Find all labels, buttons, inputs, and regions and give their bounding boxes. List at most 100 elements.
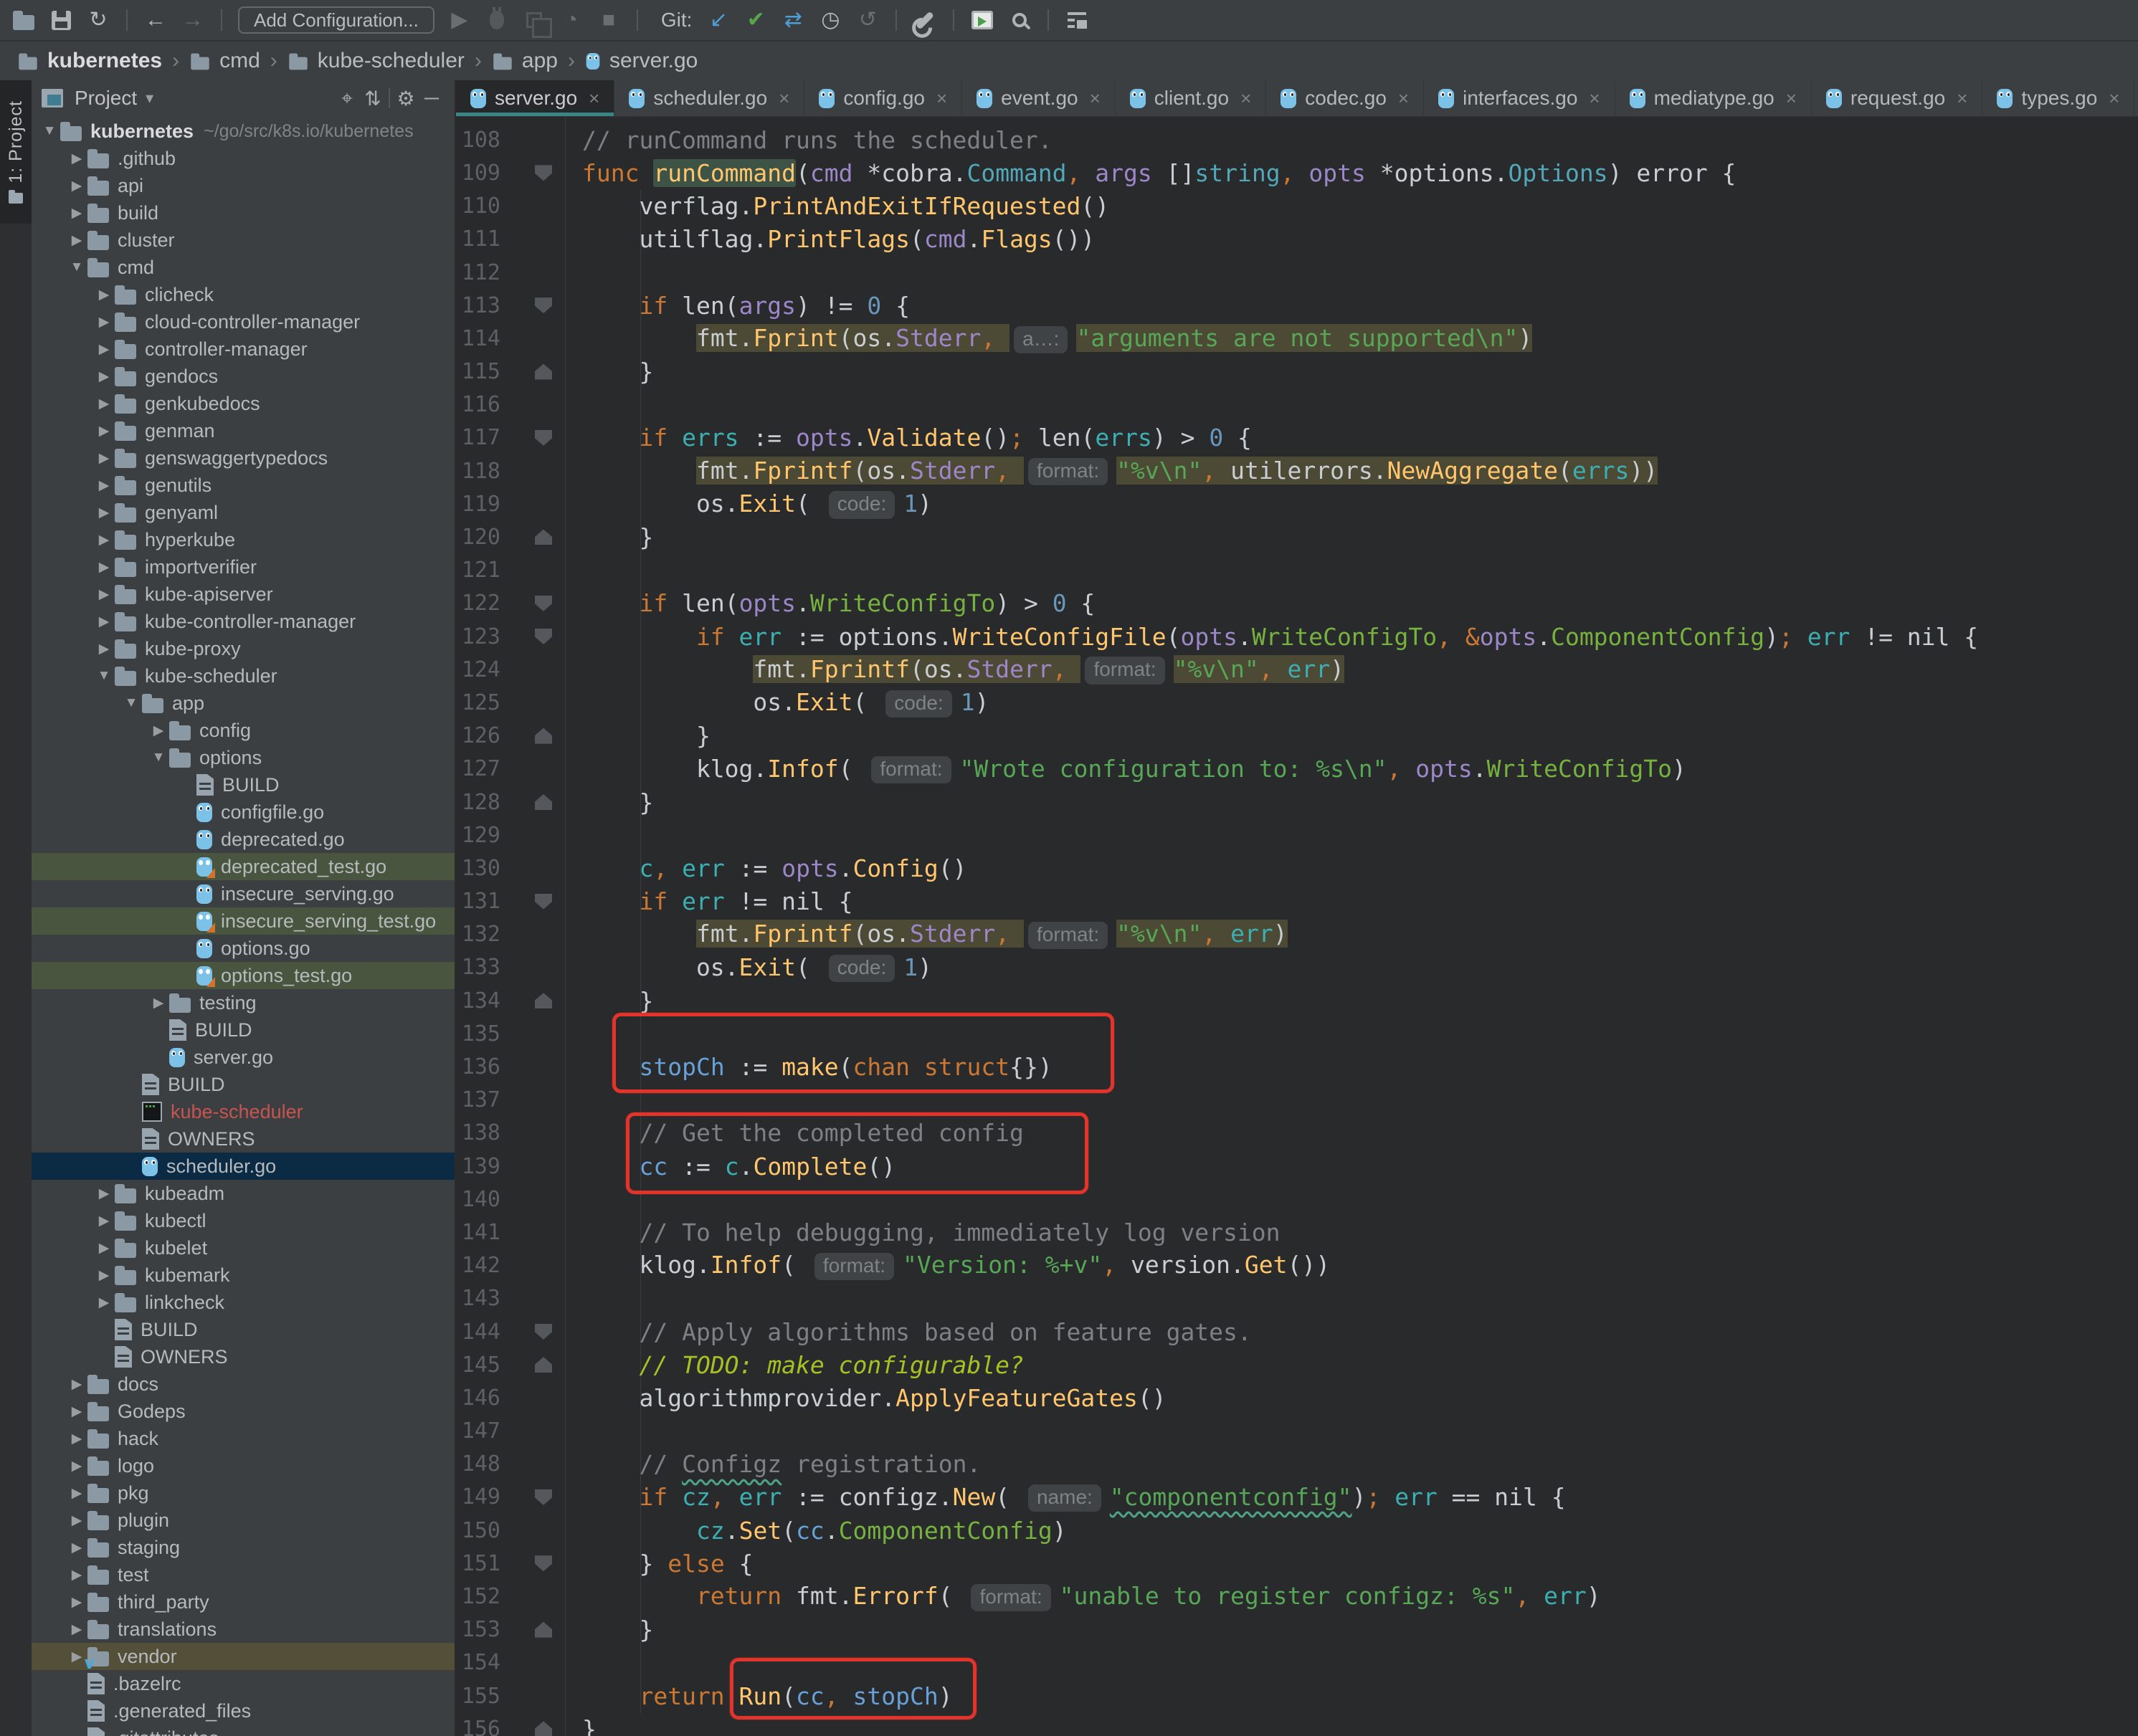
- tree-item-importverifier[interactable]: ▶importverifier: [32, 553, 455, 581]
- tree-item-clicheck[interactable]: ▶clicheck: [32, 281, 455, 308]
- fold-end-icon[interactable]: [535, 728, 552, 744]
- tree-item-testing[interactable]: ▶testing: [32, 989, 455, 1016]
- code-line-149[interactable]: 149 if cz, err := configz.New( name:"com…: [456, 1481, 2138, 1514]
- code-line-144[interactable]: 144 // Apply algorithms based on feature…: [456, 1315, 2138, 1348]
- fold-start-icon[interactable]: [535, 1489, 552, 1505]
- expand-arrow-icon[interactable]: ▶: [93, 368, 115, 385]
- tree-item-hyperkube[interactable]: ▶hyperkube: [32, 526, 455, 553]
- code-line-135[interactable]: 135: [456, 1017, 2138, 1050]
- breadcrumb-item-cmd[interactable]: cmd: [189, 49, 260, 73]
- code-line-128[interactable]: 128 }: [456, 786, 2138, 819]
- fold-end-icon[interactable]: [535, 1721, 552, 1736]
- tree-item-third_party[interactable]: ▶third_party: [32, 1588, 455, 1616]
- expand-arrow-icon[interactable]: ▶: [93, 314, 115, 330]
- code-line-114[interactable]: 114 fmt.Fprint(os.Stderr, a…:"arguments …: [456, 322, 2138, 355]
- code-line-136[interactable]: 136 stopCh := make(chan struct{}): [456, 1050, 2138, 1083]
- expand-arrow-icon[interactable]: ▶: [66, 232, 87, 249]
- tree-item-insecure_serving-go[interactable]: insecure_serving.go: [32, 880, 455, 907]
- code-line-141[interactable]: 141 // To help debugging, immediately lo…: [456, 1216, 2138, 1249]
- code-line-110[interactable]: 110 verflag.PrintAndExitIfRequested(): [456, 190, 2138, 223]
- expand-arrow-icon[interactable]: ▶: [93, 1240, 115, 1256]
- gear-icon[interactable]: ⚙: [393, 87, 419, 110]
- code-line-155[interactable]: 155 return Run(cc, stopCh): [456, 1679, 2138, 1712]
- breadcrumb-item-kubernetes[interactable]: kubernetes: [17, 49, 162, 73]
- tree-item-kube-proxy[interactable]: ▶kube-proxy: [32, 635, 455, 662]
- close-icon[interactable]: ×: [1090, 87, 1101, 110]
- fold-start-icon[interactable]: [535, 297, 552, 313]
- expand-arrow-icon[interactable]: ▶: [66, 151, 87, 167]
- fold-start-icon[interactable]: [535, 1555, 552, 1571]
- code-line-113[interactable]: 113 if len(args) != 0 {: [456, 289, 2138, 322]
- code-line-148[interactable]: 148 // Configz registration.: [456, 1448, 2138, 1481]
- collapse-arrow-icon[interactable]: ▼: [120, 695, 142, 711]
- code-line-126[interactable]: 126 }: [456, 720, 2138, 753]
- tree-item-kube-scheduler[interactable]: kube-scheduler: [32, 1098, 455, 1125]
- code-line-138[interactable]: 138 // Get the completed config: [456, 1117, 2138, 1150]
- expand-arrow-icon[interactable]: ▶: [93, 1186, 115, 1202]
- tree-item-kubeadm[interactable]: ▶kubeadm: [32, 1180, 455, 1207]
- run-coverage-icon[interactable]: [522, 12, 546, 28]
- tree-item-options[interactable]: ▼options: [32, 744, 455, 771]
- code-line-123[interactable]: 123 if err := options.WriteConfigFile(op…: [456, 620, 2138, 653]
- expand-arrow-icon[interactable]: ▶: [93, 641, 115, 657]
- tree-item-kube-controller-manager[interactable]: ▶kube-controller-manager: [32, 608, 455, 635]
- tree-item-kubelet[interactable]: ▶kubelet: [32, 1234, 455, 1262]
- locate-file-icon[interactable]: ⌖: [334, 87, 360, 110]
- expand-arrow-icon[interactable]: ▶: [93, 287, 115, 303]
- tree-item--gitattributes[interactable]: .gitattributes: [32, 1725, 455, 1736]
- close-icon[interactable]: ×: [779, 87, 789, 110]
- tree-item-scheduler-go[interactable]: scheduler.go: [32, 1153, 455, 1180]
- code-line-115[interactable]: 115 }: [456, 356, 2138, 388]
- expand-arrow-icon[interactable]: ▶: [66, 1621, 87, 1638]
- tree-item-kube-scheduler[interactable]: ▼kube-scheduler: [32, 662, 455, 690]
- tree-item--github[interactable]: ▶.github: [32, 145, 455, 172]
- tree-item-linkcheck[interactable]: ▶linkcheck: [32, 1289, 455, 1316]
- fold-end-icon[interactable]: [535, 1357, 552, 1373]
- tab-server-go[interactable]: server.go×: [456, 80, 614, 116]
- save-all-icon[interactable]: [49, 11, 73, 30]
- run-icon[interactable]: ▶: [447, 9, 472, 31]
- tree-item-deprecated-go[interactable]: deprecated.go: [32, 826, 455, 853]
- tree-item-options-go[interactable]: options.go: [32, 935, 455, 962]
- expand-arrow-icon[interactable]: ▶: [66, 1376, 87, 1393]
- collapse-arrow-icon[interactable]: ▼: [39, 123, 60, 139]
- expand-arrow-icon[interactable]: ▶: [66, 1485, 87, 1502]
- tree-item-genutils[interactable]: ▶genutils: [32, 472, 455, 499]
- close-icon[interactable]: ×: [1240, 87, 1251, 110]
- expand-arrow-icon[interactable]: ▶: [93, 477, 115, 494]
- breadcrumb-item-kube-scheduler[interactable]: kube-scheduler: [288, 49, 465, 73]
- vcs-commit-icon[interactable]: ✔: [743, 9, 768, 31]
- code-line-151[interactable]: 151 } else {: [456, 1547, 2138, 1580]
- profile-icon[interactable]: ◔: [559, 9, 584, 31]
- tab-interfaces-go[interactable]: interfaces.go×: [1424, 80, 1615, 116]
- tree-item-kube-apiserver[interactable]: ▶kube-apiserver: [32, 581, 455, 608]
- code-line-127[interactable]: 127 klog.Infof( format:"Wrote configurat…: [456, 753, 2138, 786]
- expand-arrow-icon[interactable]: ▶: [93, 505, 115, 521]
- tab-client-go[interactable]: client.go×: [1116, 80, 1266, 116]
- tab-types-go[interactable]: types.go×: [1982, 80, 2134, 116]
- tree-item-test[interactable]: ▶test: [32, 1561, 455, 1588]
- code-line-140[interactable]: 140: [456, 1183, 2138, 1216]
- fold-end-icon[interactable]: [535, 364, 552, 380]
- tree-item-api[interactable]: ▶api: [32, 172, 455, 199]
- expand-arrow-icon[interactable]: ▶: [66, 205, 87, 221]
- breadcrumb-item-app[interactable]: app: [492, 49, 558, 73]
- tree-item-config[interactable]: ▶config: [32, 717, 455, 744]
- fold-end-icon[interactable]: [535, 993, 552, 1008]
- tree-item-deprecated_test-go[interactable]: deprecated_test.go: [32, 853, 455, 880]
- code-line-121[interactable]: 121: [456, 554, 2138, 587]
- expand-arrow-icon[interactable]: ▶: [93, 1213, 115, 1229]
- expand-arrow-icon[interactable]: ▶: [66, 1512, 87, 1529]
- code-line-156[interactable]: 156}: [456, 1712, 2138, 1736]
- fold-start-icon[interactable]: [535, 165, 552, 181]
- expand-arrow-icon[interactable]: ▶: [93, 423, 115, 439]
- tab-scheduler-go[interactable]: scheduler.go×: [614, 80, 804, 116]
- code-line-134[interactable]: 134 }: [456, 984, 2138, 1017]
- code-line-122[interactable]: 122 if len(opts.WriteConfigTo) > 0 {: [456, 587, 2138, 620]
- tab-request-go[interactable]: request.go×: [1812, 80, 1983, 116]
- tab-codec-go[interactable]: codec.go×: [1266, 80, 1424, 116]
- stop-icon[interactable]: ■: [597, 9, 621, 31]
- tree-item-OWNERS[interactable]: OWNERS: [32, 1343, 455, 1370]
- structure-view-icon[interactable]: [1065, 12, 1089, 28]
- close-icon[interactable]: ×: [589, 87, 599, 110]
